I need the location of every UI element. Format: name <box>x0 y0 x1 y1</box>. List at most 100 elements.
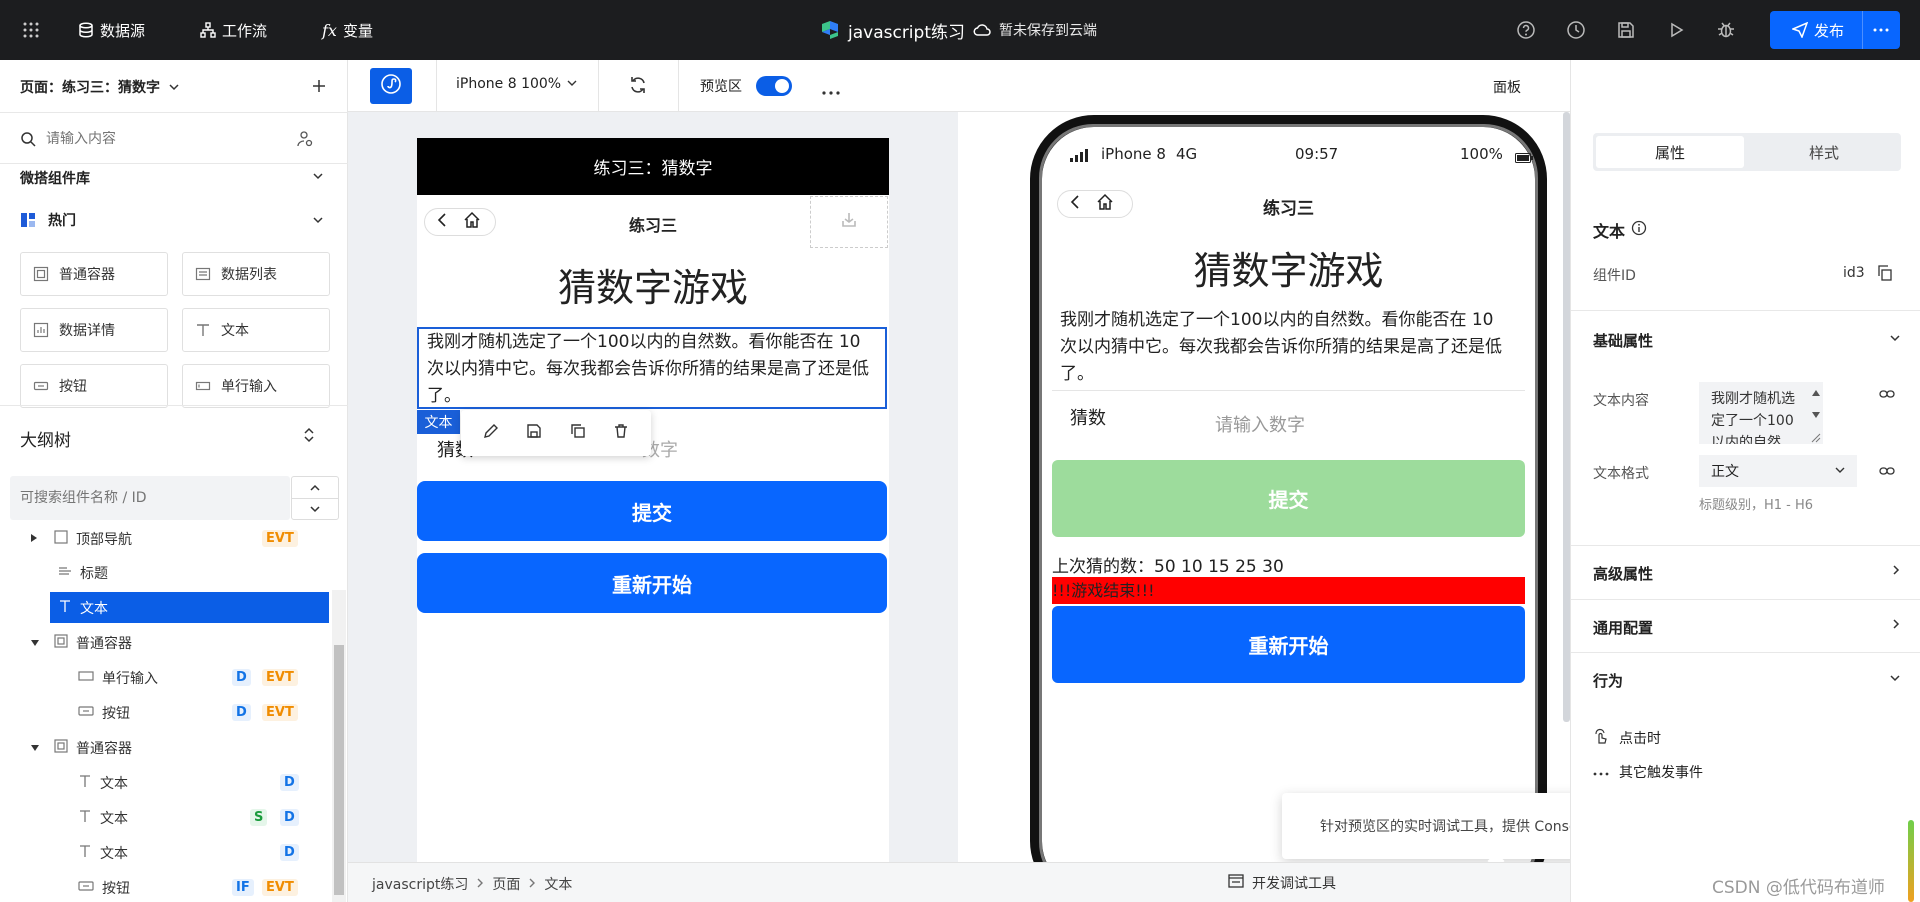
on-click-event[interactable]: 点击时 <box>1593 728 1661 748</box>
device-selector[interactable]: iPhone 8 100% <box>456 76 577 92</box>
help-icon[interactable] <box>1515 19 1537 41</box>
tree-item-container[interactable]: 普通容器 <box>0 625 330 660</box>
component-button[interactable]: 按钮 <box>20 364 168 408</box>
tree-item-text[interactable]: 文本 S D <box>0 800 330 835</box>
workflow-icon <box>200 22 216 38</box>
chart-icon <box>33 322 49 338</box>
restart-button[interactable]: 重新开始 <box>417 553 887 613</box>
chevron-right-icon[interactable] <box>1891 618 1901 634</box>
tree-item-input[interactable]: 单行输入 D EVT <box>0 660 330 695</box>
miniprogram-mode-button[interactable] <box>370 68 412 104</box>
caret-down-icon[interactable] <box>30 740 40 756</box>
selected-text-block[interactable]: 我刚才随机选定了一个100以内的自然数。看你能否在 10 次以内猜中它。每次我都… <box>417 327 887 409</box>
datasource-menu[interactable]: 数据源 <box>78 0 145 60</box>
tree-item-text-selected[interactable]: 文本 <box>0 590 330 625</box>
page-selector[interactable]: 页面：练习三：猜数字 <box>20 77 180 97</box>
hot-section-header[interactable]: 热门 <box>20 210 76 230</box>
variables-menu[interactable]: fx 变量 <box>322 0 373 60</box>
nav-slot[interactable] <box>810 196 888 248</box>
text-format-select[interactable]: 正文 <box>1699 455 1857 487</box>
breadcrumb-item[interactable]: 文本 <box>544 874 572 894</box>
canvas-scrollbar[interactable] <box>1563 112 1570 722</box>
caret-down-icon[interactable] <box>30 635 40 651</box>
apps-grid-icon[interactable] <box>20 19 42 41</box>
outline-scrollbar-thumb[interactable] <box>334 645 344 895</box>
tree-item-title[interactable]: 标题 <box>0 555 330 590</box>
add-page-icon[interactable] <box>308 75 330 97</box>
button-icon <box>78 704 94 722</box>
canvas-toolbar: iPhone 8 100% 预览区 面板 <box>348 60 1570 112</box>
chevron-right-icon[interactable] <box>1891 564 1901 580</box>
outline-search-box[interactable] <box>10 476 290 520</box>
component-search[interactable] <box>20 124 320 154</box>
breadcrumb-item[interactable]: javascript练习 <box>372 874 468 894</box>
chevron-down-icon[interactable] <box>312 214 324 230</box>
top-bar: 数据源 工作流 fx 变量 javascript练习 暂未保存到云端 发布 <box>0 0 1920 60</box>
if-badge: IF <box>232 879 254 896</box>
publish-button[interactable]: 发布 <box>1770 11 1900 49</box>
nav-title: 练习三 <box>1263 199 1314 219</box>
edit-icon[interactable] <box>483 423 499 443</box>
more-dots-icon[interactable] <box>822 84 840 99</box>
spinner-up-icon[interactable] <box>1811 386 1821 401</box>
save-icon[interactable] <box>526 423 542 443</box>
tab-properties[interactable]: 属性 <box>1596 136 1744 168</box>
restart-button[interactable]: 重新开始 <box>1052 606 1525 683</box>
tree-item-button[interactable]: 按钮 D EVT <box>0 695 330 730</box>
submit-button-disabled[interactable]: 提交 <box>1052 460 1525 537</box>
copy-icon[interactable] <box>1877 265 1893 285</box>
publish-label: 发布 <box>1814 21 1845 40</box>
copy-icon[interactable] <box>570 423 586 443</box>
guess-label: 猜数 <box>1070 408 1106 429</box>
guess-input[interactable]: 请输入数字 <box>1215 411 1305 437</box>
component-container[interactable]: 普通容器 <box>20 252 168 296</box>
tree-item-container[interactable]: 普通容器 <box>0 730 330 765</box>
tree-item-text[interactable]: 文本 D <box>0 765 330 800</box>
chevron-down-icon[interactable] <box>1889 332 1901 348</box>
breadcrumb-item[interactable]: 页面 <box>492 874 520 894</box>
panel-label[interactable]: 面板 <box>1493 77 1521 97</box>
text-format-hint: 标题级别，H1 - H6 <box>1699 498 1814 513</box>
outline-scrollbar[interactable] <box>332 590 346 902</box>
chevron-down-icon[interactable] <box>312 170 324 186</box>
run-icon[interactable] <box>1665 19 1687 41</box>
debug-icon[interactable] <box>1715 19 1737 41</box>
chevron-up-icon[interactable] <box>292 477 338 499</box>
component-search-input[interactable] <box>46 131 286 147</box>
refresh-icon[interactable] <box>628 75 648 99</box>
component-text[interactable]: 文本 <box>182 308 330 352</box>
preview-toggle[interactable] <box>756 76 792 96</box>
other-events[interactable]: 其它触发事件 <box>1593 762 1703 782</box>
component-data-list[interactable]: 数据列表 <box>182 252 330 296</box>
resize-handle-icon[interactable] <box>1811 432 1821 447</box>
component-data-detail[interactable]: 数据详情 <box>20 308 168 352</box>
workflow-menu[interactable]: 工作流 <box>200 0 267 60</box>
text-content-input[interactable]: 我刚才随机选定了一个100以内的自然数。看你 <box>1699 382 1823 444</box>
save-icon[interactable] <box>1615 19 1637 41</box>
devtools-button[interactable]: 开发调试工具 <box>1228 873 1336 893</box>
common-config-title[interactable]: 通用配置 <box>1593 617 1653 638</box>
submit-button[interactable]: 提交 <box>417 481 887 541</box>
chevron-down-icon[interactable] <box>292 499 338 519</box>
spinner-down-icon[interactable] <box>1811 408 1821 423</box>
component-single-input[interactable]: 单行输入 <box>182 364 330 408</box>
more-dots-icon[interactable] <box>1873 28 1889 32</box>
game-heading: 猜数字游戏 <box>557 266 748 310</box>
tree-item-button[interactable]: 按钮 IF EVT <box>0 870 330 902</box>
advanced-props-title[interactable]: 高级属性 <box>1593 563 1653 584</box>
link-icon[interactable] <box>1879 388 1895 404</box>
tree-item-text[interactable]: 文本 D <box>0 835 330 870</box>
container-icon <box>54 529 68 548</box>
chevron-down-icon[interactable] <box>1889 672 1901 688</box>
link-icon[interactable] <box>1879 465 1895 481</box>
component-manage-icon[interactable] <box>296 130 314 148</box>
tree-item-top-nav[interactable]: 顶部导航 EVT <box>0 527 330 556</box>
collapse-toggle-icon[interactable] <box>302 426 316 448</box>
outline-search-input[interactable] <box>10 476 270 520</box>
delete-icon[interactable] <box>613 423 629 443</box>
tab-style[interactable]: 样式 <box>1750 136 1898 168</box>
caret-right-icon[interactable] <box>30 531 38 547</box>
history-icon[interactable] <box>1565 19 1587 41</box>
info-icon[interactable] <box>1631 220 1647 240</box>
outline-stepper[interactable] <box>291 476 339 520</box>
